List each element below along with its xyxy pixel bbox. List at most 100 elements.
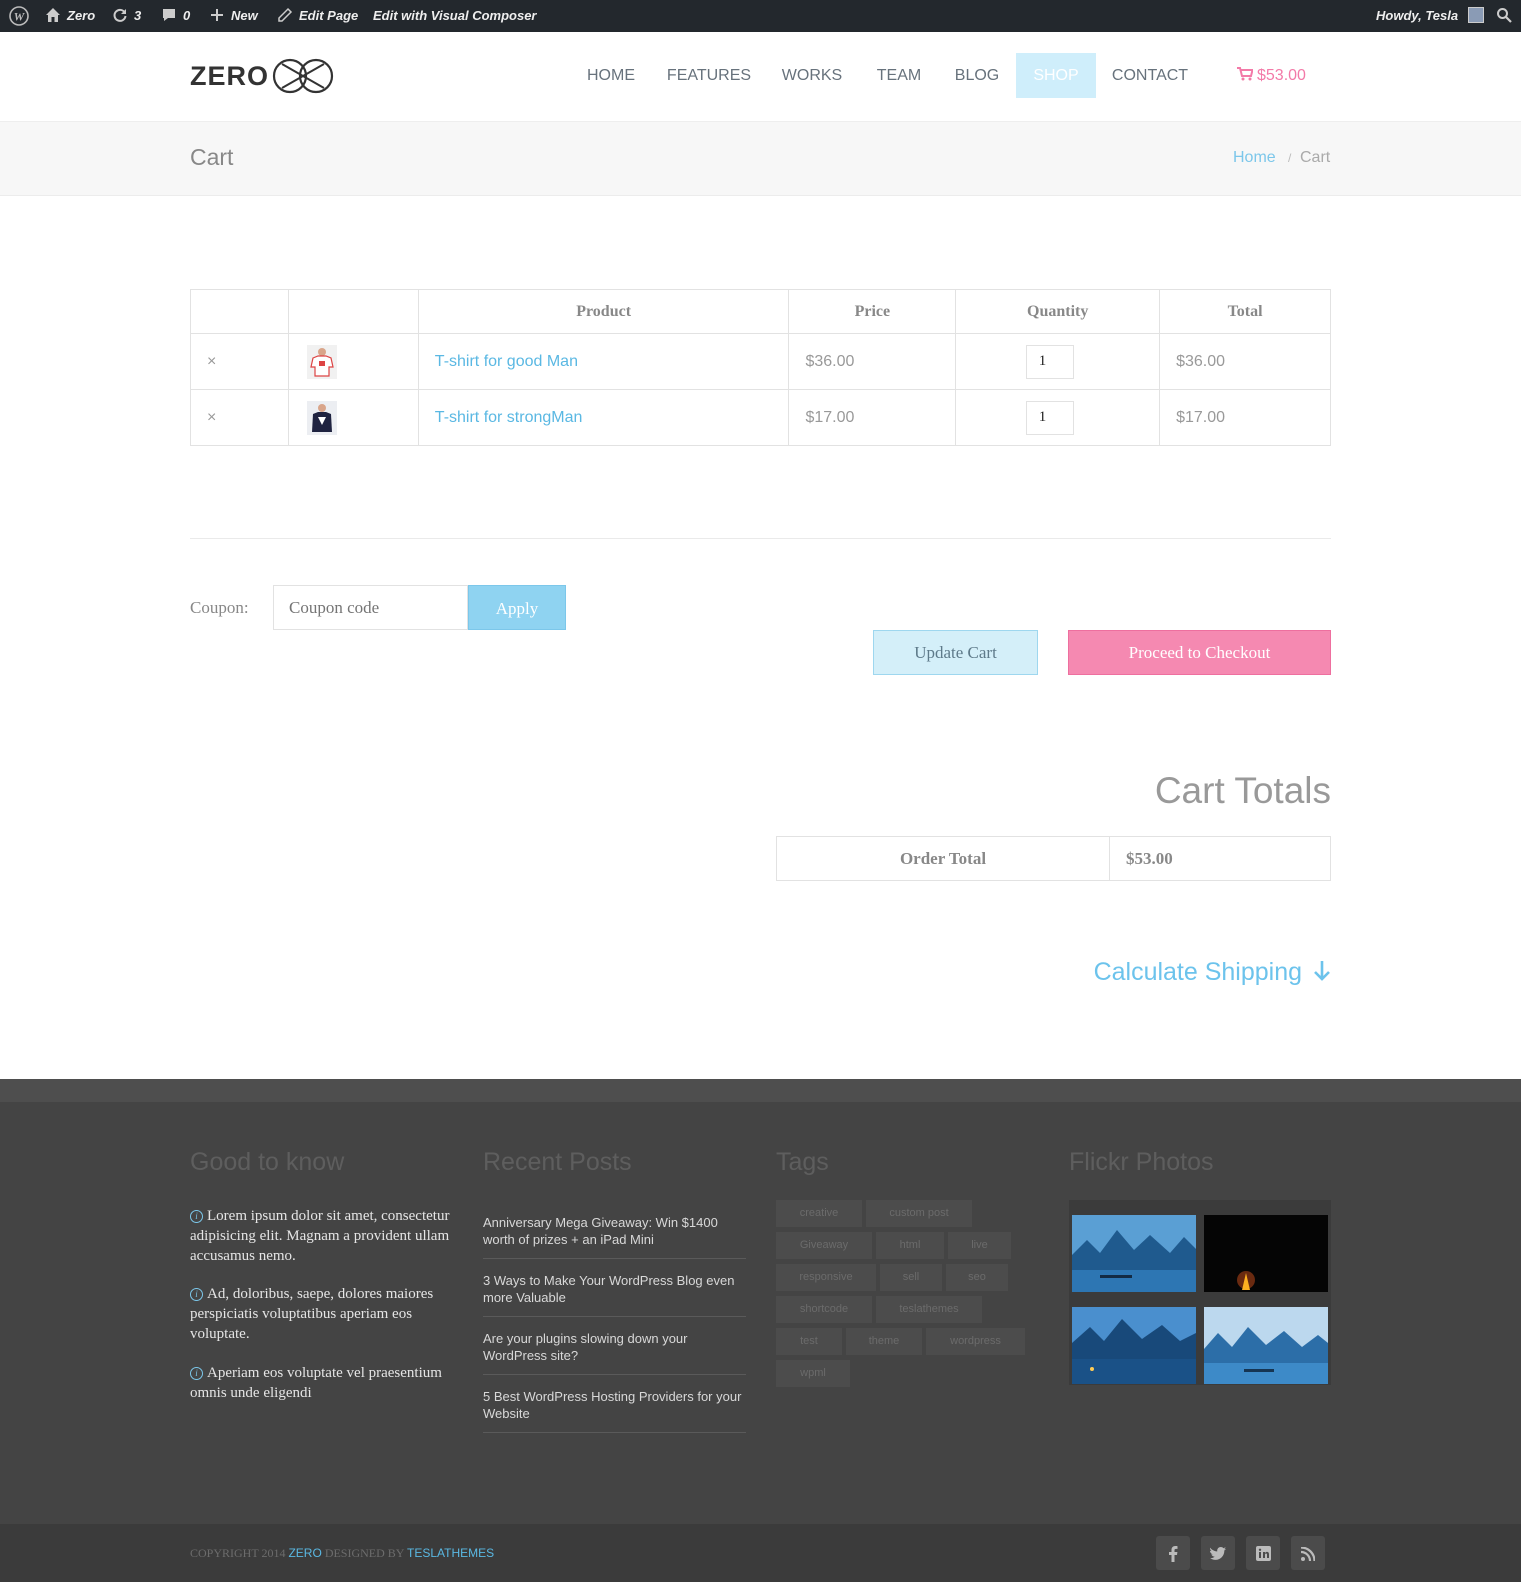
admin-updates-link[interactable]: 3 <box>112 0 141 32</box>
apply-coupon-button[interactable]: Apply <box>468 585 566 630</box>
recent-post-link[interactable]: Are your plugins slowing down your WordP… <box>483 1330 746 1375</box>
site-footer: Good to know i Lorem ipsum dolor sit amet… <box>0 1102 1521 1524</box>
good-to-know-text: Aperiam eos voluptate vel praesentium om… <box>190 1365 442 1401</box>
refresh-icon <box>113 8 127 22</box>
admin-account-link[interactable]: Howdy, Tesla <box>1376 0 1484 32</box>
tag-link[interactable]: responsive <box>776 1264 876 1291</box>
tag-link[interactable]: test <box>776 1328 842 1355</box>
table-row: × T-shirt for good Man $36.00 $36.00 <box>190 333 1331 390</box>
tag-link[interactable]: creative <box>776 1200 862 1227</box>
nav-home[interactable]: HOME <box>573 53 649 98</box>
nav-contact[interactable]: CONTACT <box>1105 53 1195 98</box>
tag-link[interactable]: theme <box>846 1328 922 1355</box>
avatar <box>1467 7 1484 24</box>
info-icon: i <box>190 1288 203 1301</box>
table-row: × T-shirt for strongMan $17.00 $17.00 <box>190 389 1331 446</box>
admin-edit-label: Edit Page <box>299 8 359 23</box>
tag-link[interactable]: wordpress <box>926 1328 1025 1355</box>
product-thumbnail-cell <box>287 333 419 390</box>
facebook-icon[interactable] <box>1156 1536 1190 1570</box>
order-total-row: Order Total $53.00 <box>776 836 1331 881</box>
flickr-photo[interactable] <box>1204 1215 1328 1292</box>
plus-icon <box>211 9 223 22</box>
good-to-know-text: Lorem ipsum dolor sit amet, consectetur … <box>190 1208 450 1264</box>
col-thumb-header <box>287 289 419 334</box>
breadcrumb-home[interactable]: Home <box>1233 149 1276 167</box>
comment-icon <box>163 9 175 22</box>
tag-link[interactable]: sell <box>880 1264 942 1291</box>
header-cart-link[interactable]: $53.00 <box>1237 53 1306 98</box>
nav-team[interactable]: TEAM <box>867 53 931 98</box>
remove-item-button[interactable]: × <box>190 333 289 390</box>
nav-shop[interactable]: SHOP <box>1016 53 1096 98</box>
calculate-shipping-link[interactable]: Calculate Shipping <box>1060 958 1331 987</box>
recent-post-link[interactable]: Anniversary Mega Giveaway: Win $1400 wor… <box>483 1214 746 1259</box>
info-icon: i <box>190 1210 203 1223</box>
quantity-input[interactable] <box>1025 344 1074 379</box>
tag-link[interactable]: Giveaway <box>776 1232 872 1259</box>
good-to-know-text: Ad, doloribus, saepe, dolores maiores pe… <box>190 1286 434 1342</box>
product-subtotal: $36.00 <box>1159 333 1331 390</box>
wordpress-logo-icon[interactable]: W <box>9 0 29 32</box>
flickr-photo[interactable] <box>1072 1215 1196 1292</box>
proceed-to-checkout-button[interactable]: Proceed to Checkout <box>1068 630 1331 675</box>
admin-bar: W Zero 3 0 New Edit Page Edit with Visua… <box>0 0 1521 32</box>
product-link[interactable]: T-shirt for strongMan <box>435 409 583 426</box>
admin-visual-composer-link[interactable]: Edit with Visual Composer <box>373 0 536 32</box>
update-cart-button[interactable]: Update Cart <box>873 630 1038 675</box>
product-name-cell: T-shirt for strongMan <box>417 389 790 446</box>
admin-comments-count: 0 <box>183 8 191 23</box>
tag-link[interactable]: seo <box>946 1264 1008 1291</box>
good-to-know-heading: Good to know <box>190 1148 345 1176</box>
tag-link[interactable]: live <box>948 1232 1011 1259</box>
admin-search-icon[interactable] <box>1496 0 1512 32</box>
infinity-logo-icon[interactable] <box>272 58 334 94</box>
col-remove-header <box>190 289 289 334</box>
arrow-down-icon <box>1314 961 1330 981</box>
rss-icon[interactable] <box>1291 1536 1325 1570</box>
product-name-cell: T-shirt for good Man <box>417 333 790 390</box>
flickr-photo[interactable] <box>1072 1307 1196 1384</box>
product-price: $36.00 <box>788 333 957 390</box>
flickr-photo[interactable] <box>1204 1307 1328 1384</box>
footer-bottom-bar: COPYRIGHT 2014 ZERO DESIGNED BY TESLATHE… <box>0 1524 1521 1582</box>
col-total-header: Total <box>1159 289 1331 334</box>
tag-link[interactable]: html <box>876 1232 944 1259</box>
tag-link[interactable]: wpml <box>776 1360 850 1387</box>
recent-post-link[interactable]: 5 Best WordPress Hosting Providers for y… <box>483 1388 746 1433</box>
order-total-label: Order Total <box>776 836 1110 881</box>
tag-link[interactable]: teslathemes <box>876 1296 982 1323</box>
col-quantity-header: Quantity <box>955 289 1161 334</box>
flickr-gallery <box>1069 1200 1331 1385</box>
quantity-input[interactable] <box>1025 400 1074 435</box>
twitter-icon[interactable] <box>1201 1536 1235 1570</box>
tag-link[interactable]: custom post <box>866 1200 972 1227</box>
recent-post-link[interactable]: 3 Ways to Make Your WordPress Blog even … <box>483 1272 746 1317</box>
admin-comments-link[interactable]: 0 <box>161 0 190 32</box>
admin-new-link[interactable]: New <box>209 0 258 32</box>
admin-vc-label: Edit with Visual Composer <box>373 8 537 23</box>
product-thumbnail[interactable] <box>306 400 337 435</box>
product-link[interactable]: T-shirt for good Man <box>435 353 578 370</box>
copyright-author-link[interactable]: TESLATHEMES <box>407 1546 494 1560</box>
coupon-code-input[interactable] <box>273 585 468 630</box>
admin-new-label: New <box>231 8 258 23</box>
nav-features[interactable]: FEATURES <box>665 53 753 98</box>
admin-howdy-label: Howdy, Tesla <box>1376 8 1459 23</box>
copyright-designed: DESIGNED BY <box>324 1546 405 1560</box>
site-logo-text[interactable]: ZERO <box>190 61 269 92</box>
good-to-know-item: i Aperiam eos voluptate vel praesentium o… <box>190 1363 455 1403</box>
remove-item-button[interactable]: × <box>190 389 289 446</box>
admin-updates-count: 3 <box>134 8 142 23</box>
nav-works[interactable]: WORKS <box>772 53 852 98</box>
admin-site-link[interactable]: Zero <box>45 0 95 32</box>
section-divider <box>190 538 1331 539</box>
copyright-brand-link[interactable]: ZERO <box>288 1546 321 1560</box>
copyright-prefix: COPYRIGHT 2014 <box>190 1546 286 1560</box>
admin-edit-page-link[interactable]: Edit Page <box>277 0 358 32</box>
nav-blog[interactable]: BLOG <box>945 53 1009 98</box>
linkedin-icon[interactable] <box>1246 1536 1280 1570</box>
tag-link[interactable]: shortcode <box>776 1296 872 1323</box>
product-thumbnail[interactable] <box>306 344 337 379</box>
good-to-know-item: i Ad, doloribus, saepe, dolores maiores p… <box>190 1284 455 1344</box>
